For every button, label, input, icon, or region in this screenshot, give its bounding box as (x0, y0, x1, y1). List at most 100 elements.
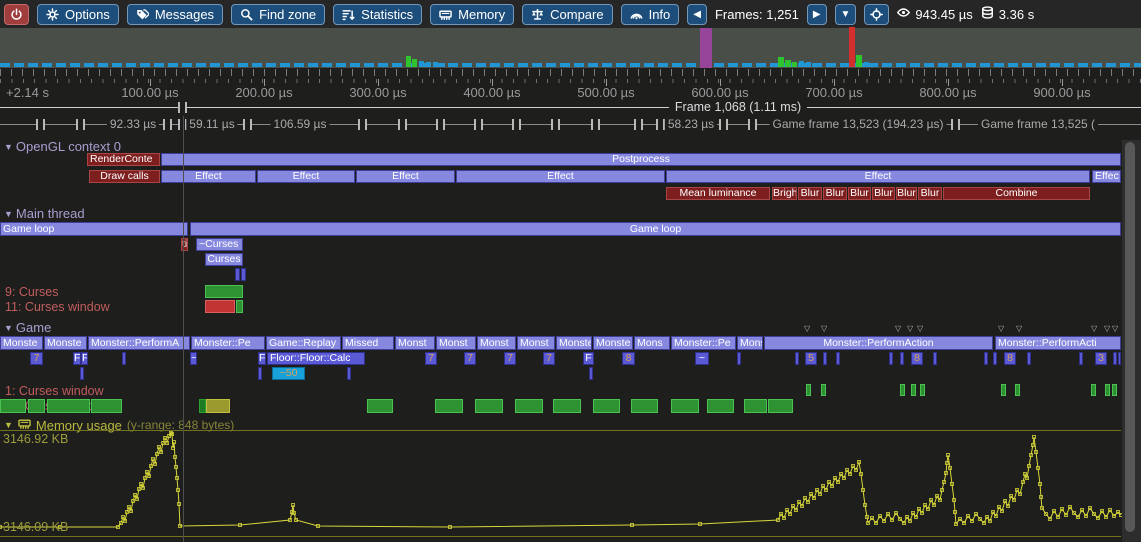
frame-histogram-bar[interactable] (849, 27, 855, 67)
zone-bar[interactable] (28, 399, 45, 413)
zone-bar[interactable]: Monst (517, 336, 555, 350)
zone-bar[interactable]: 8 (911, 352, 923, 365)
frame-histogram-bar[interactable] (792, 62, 797, 67)
scrollbar-track[interactable] (1122, 140, 1141, 542)
thread-header-opengl-context-0[interactable]: ▼OpenGL context 0 (4, 139, 121, 154)
zone-bar[interactable] (236, 300, 243, 313)
zone-bar[interactable]: 7 (464, 352, 476, 365)
message-marker-icon[interactable]: ▽ (1112, 325, 1118, 333)
zone-bar[interactable]: Monste (0, 336, 43, 350)
zone-bar[interactable] (836, 352, 840, 365)
toolbar-button-options[interactable]: Options (37, 4, 119, 25)
zone-bar[interactable] (744, 399, 767, 413)
zone-bar[interactable]: Blur (918, 187, 942, 200)
zone-bar[interactable]: Game loop (0, 222, 188, 236)
zone-bar[interactable] (920, 384, 925, 396)
zone-bar[interactable] (122, 352, 126, 365)
zone-bar[interactable]: Blur (896, 187, 917, 200)
frame-histogram-bar[interactable] (826, 63, 831, 67)
frame-histogram-bar[interactable] (778, 57, 784, 67)
zone-bar[interactable]: Monster::PerformActi (995, 336, 1121, 350)
zone-bar[interactable] (241, 268, 246, 281)
zone-bar[interactable] (367, 399, 393, 413)
zone-bar[interactable] (900, 384, 905, 396)
zone-bar[interactable] (593, 399, 620, 413)
frame-histogram-bar[interactable] (856, 55, 862, 67)
zone-bar[interactable]: F (258, 352, 266, 365)
thread-header-main-thread[interactable]: ▼Main thread (4, 206, 85, 221)
zone-bar[interactable] (206, 399, 230, 413)
zone-bar[interactable] (80, 367, 84, 380)
zone-bar[interactable] (515, 399, 543, 413)
zone-bar[interactable]: ~ (695, 352, 709, 365)
zone-bar[interactable]: F (81, 352, 88, 365)
zone-bar[interactable]: Monster::PerformA (88, 336, 190, 350)
zone-bar[interactable]: Monster::Pe (671, 336, 736, 350)
message-marker-icon[interactable]: ▽ (895, 325, 901, 333)
zone-bar[interactable] (900, 352, 904, 365)
toolbar-button-compare[interactable]: Compare (522, 4, 612, 25)
zone-bar[interactable]: 5 (805, 352, 817, 365)
zone-bar[interactable] (435, 399, 463, 413)
frame-histogram-bar[interactable] (1037, 63, 1042, 67)
zone-bar[interactable]: Monster::Pe (191, 336, 265, 350)
toolbar-button-info[interactable]: Info (621, 4, 680, 25)
zone-bar[interactable]: 7 (425, 352, 437, 365)
toolbar-button-messages[interactable]: Messages (127, 4, 223, 25)
zone-bar[interactable] (1105, 384, 1110, 396)
zone-bar[interactable]: Monst (436, 336, 476, 350)
frame-histogram-bar[interactable] (412, 59, 417, 67)
zone-bar[interactable]: Mons (737, 336, 763, 350)
zone-bar[interactable] (1113, 352, 1117, 365)
zone-bar[interactable] (707, 399, 734, 413)
frame-histogram-bar[interactable] (799, 61, 804, 67)
vertical-scrollbar[interactable] (1125, 142, 1135, 532)
message-marker-icon[interactable]: ▽ (1091, 325, 1097, 333)
toolbar-button-find-zone[interactable]: Find zone (231, 4, 325, 25)
zone-bar[interactable] (1091, 384, 1096, 396)
zone-bar[interactable]: Effect (456, 170, 665, 183)
zone-bar[interactable]: Combine (943, 187, 1090, 200)
zone-bar[interactable] (821, 384, 826, 396)
zone-bar[interactable]: Effect (666, 170, 1090, 183)
zone-bar[interactable] (205, 285, 243, 298)
frame-histogram-bar[interactable] (700, 28, 712, 68)
zone-bar[interactable] (347, 367, 351, 380)
zone-bar[interactable]: RenderConte (87, 153, 160, 166)
zone-bar[interactable]: Blur (872, 187, 895, 200)
zone-bar[interactable]: Effect (161, 170, 256, 183)
zone-bar[interactable] (984, 352, 988, 365)
zone-bar[interactable] (911, 384, 916, 396)
zone-bar[interactable]: Game loop (190, 222, 1121, 236)
frame-histogram-bar[interactable] (406, 56, 411, 67)
zone-bar[interactable] (671, 399, 699, 413)
zone-bar[interactable] (589, 367, 593, 380)
zone-bar[interactable]: Effec (1092, 170, 1121, 183)
zone-bar[interactable]: Monste (556, 336, 592, 350)
zone-bar[interactable]: Monste (593, 336, 633, 350)
frame-histogram-bar[interactable] (813, 63, 818, 67)
zone-bar[interactable]: Effect (356, 170, 455, 183)
zone-bar[interactable]: Monste (44, 336, 87, 350)
zone-bar[interactable]: Draw calls (89, 170, 160, 183)
zone-bar[interactable] (258, 367, 262, 380)
zone-bar[interactable]: Floor::Floor::Calc (267, 352, 365, 365)
zone-bar[interactable] (795, 352, 799, 365)
zone-bar[interactable] (475, 399, 503, 413)
zone-bar[interactable]: 7 (543, 352, 555, 365)
zone-bar[interactable] (235, 268, 240, 281)
goto-frame-button[interactable] (864, 4, 889, 25)
memory-usage-graph[interactable] (0, 430, 1141, 542)
message-marker-icon[interactable]: ▽ (1104, 325, 1110, 333)
message-marker-icon[interactable]: ▽ (1016, 325, 1022, 333)
message-marker-icon[interactable]: ▽ (998, 325, 1004, 333)
zone-bar[interactable] (205, 300, 235, 313)
thread-header-game[interactable]: ▼Game (4, 320, 51, 335)
frame-histogram-bar[interactable] (433, 62, 438, 67)
message-marker-icon[interactable]: ▽ (804, 325, 810, 333)
power-button[interactable] (4, 4, 29, 25)
frame-histogram-bar[interactable] (440, 63, 445, 67)
zone-bar[interactable]: Curses (205, 253, 243, 266)
zone-bar[interactable]: Missed (342, 336, 394, 350)
zone-bar[interactable] (1027, 352, 1031, 365)
